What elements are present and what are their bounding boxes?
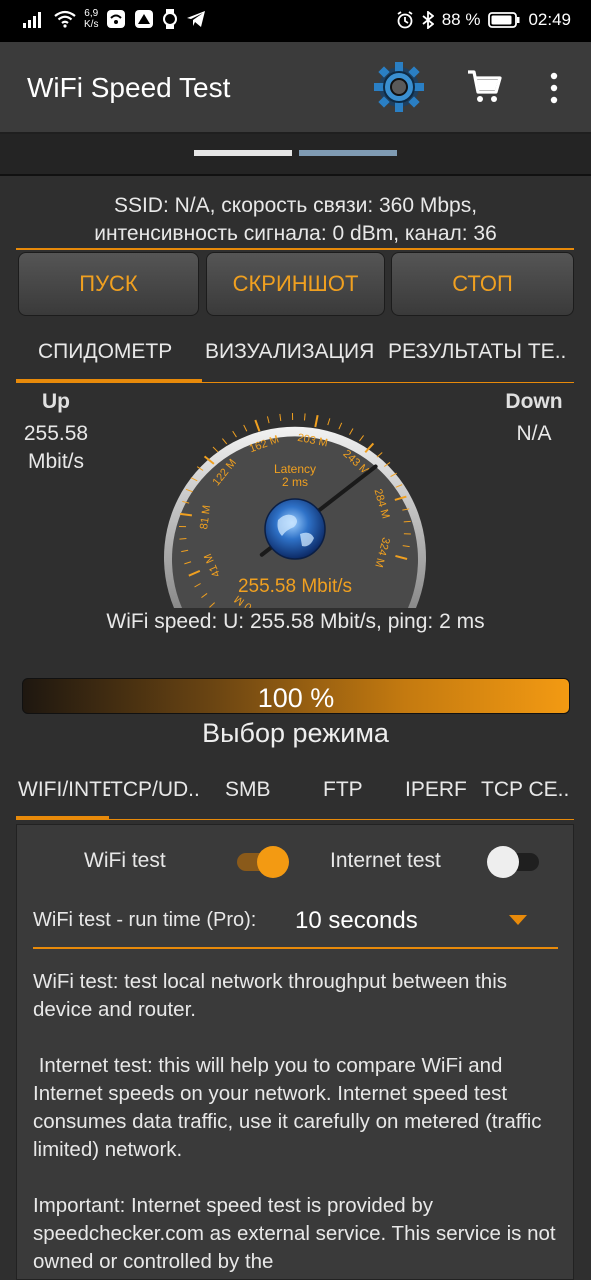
download-block: Down N/A xyxy=(490,388,578,448)
upload-block: Up 255.58 Mbit/s xyxy=(10,388,102,476)
start-button[interactable]: ПУСК xyxy=(18,252,199,316)
wifi-test-label: WiFi test xyxy=(84,849,166,872)
page-indicator-inactive[interactable] xyxy=(299,150,397,156)
gauge-minor-tick xyxy=(376,452,383,458)
gauge-major-tick xyxy=(254,419,261,432)
gauge-minor-tick xyxy=(338,422,343,430)
switch-thumb xyxy=(487,846,519,878)
upload-unit: Mbit/s xyxy=(27,450,84,473)
tab-smb[interactable]: SMB xyxy=(225,778,271,802)
net-speed-unit: K/s xyxy=(84,19,99,30)
network-info-line1: SSID: N/A, скорость связи: 360 Mbps, xyxy=(113,194,478,217)
tab-wifi-internet[interactable]: WIFI/INTE xyxy=(18,778,110,802)
tab-tcp-udp[interactable]: TCP/UD.. xyxy=(110,778,200,802)
upload-label: Up xyxy=(42,390,70,413)
gauge-minor-tick xyxy=(232,430,237,438)
battery-percent: 88 % xyxy=(441,10,481,29)
tab-underline xyxy=(202,382,574,383)
gauge-major-tick xyxy=(314,415,319,428)
latency-label: Latency xyxy=(274,462,316,476)
runtime-divider xyxy=(33,947,558,949)
gauge-minor-tick xyxy=(359,435,364,442)
cart-icon[interactable] xyxy=(466,68,502,104)
watch-icon xyxy=(163,9,178,29)
progress-label: 100 % xyxy=(257,683,335,713)
gauge-minor-tick xyxy=(279,413,282,421)
download-value: N/A xyxy=(516,422,552,445)
app-title: WiFi Speed Test xyxy=(27,72,231,103)
signal-icon xyxy=(23,12,41,28)
switch-thumb xyxy=(257,846,289,878)
runtime-label: WiFi test - run time (Pro): xyxy=(33,909,257,931)
network-info-line2: интенсивность сигнала: 0 dBm, канал: 36 xyxy=(94,222,497,245)
globe-icon xyxy=(264,498,326,560)
tab-speedometer[interactable]: СПИДОМЕТР xyxy=(38,340,172,364)
clock: 02:49 xyxy=(528,10,571,29)
stop-button[interactable]: СТОП xyxy=(391,252,574,316)
app-bar: WiFi Speed Test xyxy=(0,42,591,134)
network-info: SSID: N/A, скорость связи: 360 Mbps, инт… xyxy=(0,192,591,248)
net-speed: 6,9 K/s xyxy=(84,8,98,30)
wifi-box-icon xyxy=(107,10,126,28)
alarm-icon xyxy=(397,11,413,29)
gauge-minor-tick xyxy=(266,416,270,424)
wifi-icon xyxy=(54,10,76,28)
gauge-minor-tick xyxy=(212,446,219,453)
speed-summary: WiFi speed: U: 255.58 Mbit/s, ping: 2 ms xyxy=(106,610,485,633)
gauge-minor-tick xyxy=(327,418,331,426)
chevron-down-icon[interactable] xyxy=(509,915,527,925)
tab-ftp[interactable]: FTP xyxy=(323,778,363,802)
tab-iperf[interactable]: IPERF xyxy=(405,778,467,802)
upload-value: 255.58 xyxy=(23,422,89,445)
description-text: WiFi test: test local network throughput… xyxy=(33,968,563,1279)
net-speed-value: 6,9 xyxy=(84,8,99,19)
wifi-test-switch[interactable] xyxy=(237,845,291,879)
mode-tab-underline xyxy=(109,819,574,820)
page-indicator-active[interactable] xyxy=(194,150,292,156)
main-tabs: СПИДОМЕТР ВИЗУАЛИЗАЦИЯ РЕЗУЛЬТАТЫ ТЕ.. xyxy=(16,330,574,384)
bluetooth-icon xyxy=(422,11,434,29)
mode-tabs: WIFI/INTE TCP/UD.. SMB FTP IPERF TCP CE.… xyxy=(16,770,574,822)
gauge-minor-tick xyxy=(349,428,354,435)
mode-title: Выбор режима xyxy=(202,718,389,748)
mode-tab-active-indicator xyxy=(16,816,109,820)
description-paragraph-wifi: WiFi test: test local network throughput… xyxy=(33,970,508,1021)
status-right: 88 % 02:49 xyxy=(396,10,571,30)
app-notification-icon xyxy=(135,10,154,28)
runtime-select[interactable]: 10 seconds xyxy=(295,907,418,935)
tab-tcp-server[interactable]: TCP CE.. xyxy=(481,778,569,802)
gauge-minor-tick xyxy=(222,438,228,445)
description-paragraph-internet: Internet test: this will help you to com… xyxy=(33,1054,548,1161)
status-bar: 6,9 K/s 88 % 02:49 xyxy=(0,0,591,42)
gear-icon[interactable] xyxy=(372,60,426,114)
screenshot-button[interactable]: СКРИНШОТ xyxy=(206,252,385,316)
latency-value: 2 ms xyxy=(282,475,308,489)
internet-test-switch[interactable] xyxy=(487,845,541,879)
description-paragraph-important: Important: Internet speed test is provid… xyxy=(33,1194,556,1273)
tab-visualization[interactable]: ВИЗУАЛИЗАЦИЯ xyxy=(205,340,374,364)
internet-test-label: Internet test xyxy=(330,849,441,872)
info-divider xyxy=(16,248,574,250)
speedometer-gauge: 0 M41 M81 M122 M162 M 203 M243 M284 M324 … xyxy=(164,413,426,608)
more-options-icon[interactable] xyxy=(545,70,563,106)
progress-bar: 100 % xyxy=(22,678,570,714)
tab-results[interactable]: РЕЗУЛЬТАТЫ ТЕ.. xyxy=(388,340,574,364)
gauge-minor-tick xyxy=(179,538,187,540)
gauge-minor-tick xyxy=(243,424,248,432)
speed-readout: 255.58 Mbit/s xyxy=(238,576,352,597)
gauge-minor-tick xyxy=(304,413,306,421)
options-panel: WiFi test Internet test WiFi test - run … xyxy=(16,824,574,1280)
battery-icon xyxy=(488,12,520,28)
page-indicator xyxy=(0,134,591,176)
telegram-icon xyxy=(187,11,206,27)
download-label: Down xyxy=(505,390,563,413)
tab-active-indicator xyxy=(16,379,202,383)
status-left: 6,9 K/s xyxy=(22,8,206,30)
